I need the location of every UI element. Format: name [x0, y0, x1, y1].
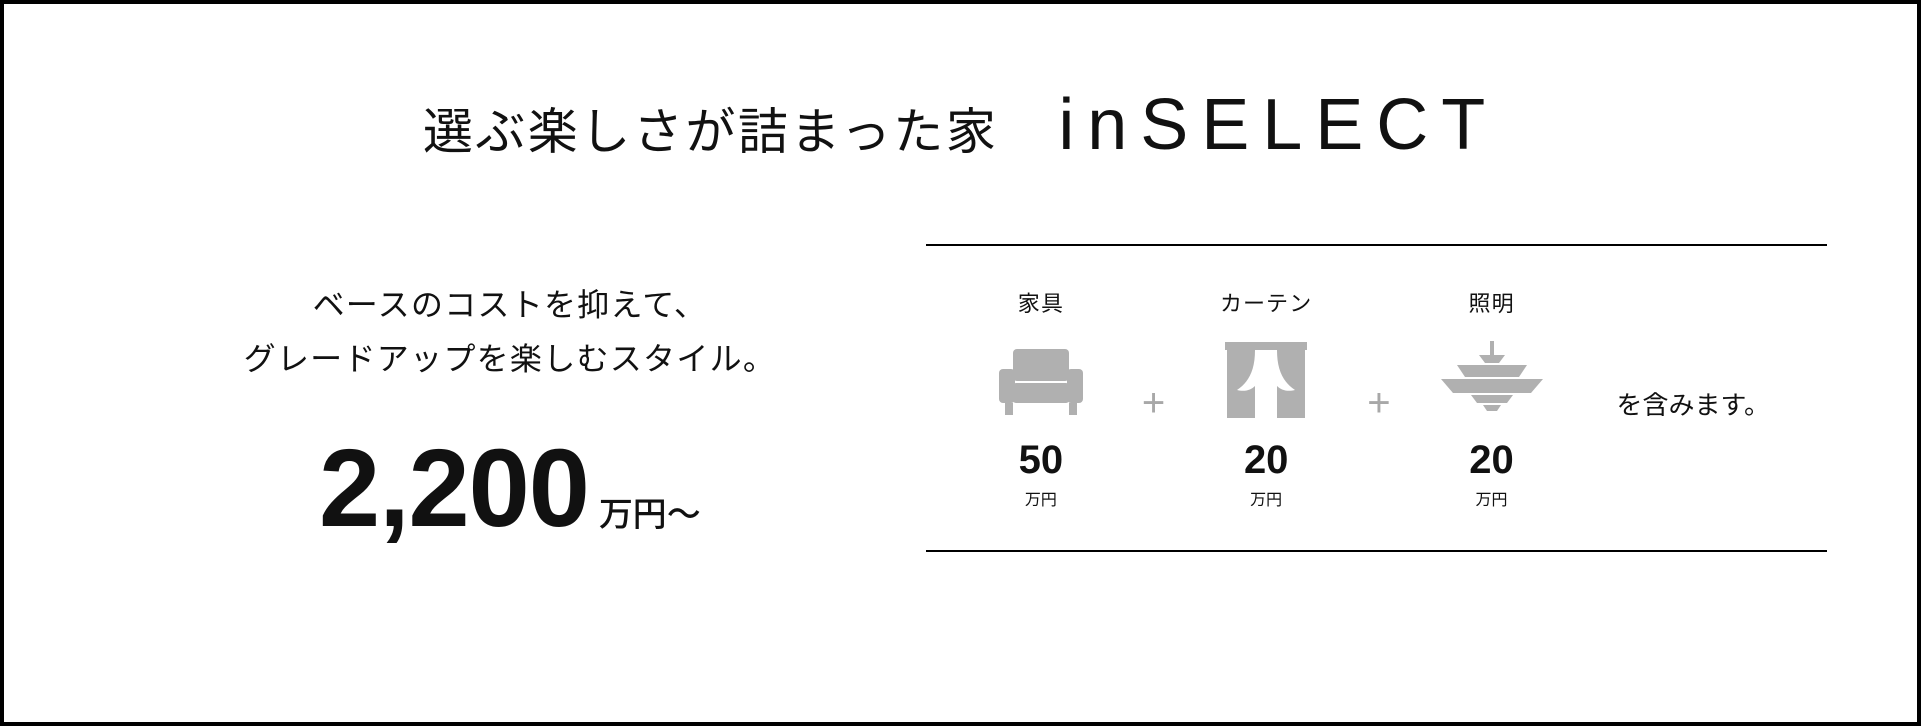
inclusion-label: 照明	[1468, 286, 1514, 318]
inclusion-item-furniture: 家具 50 万円	[956, 286, 1126, 510]
subcopy: ベースのコストを抑えて、 グレードアップを楽しむスタイル。	[244, 276, 776, 385]
inclusion-unit: 万円	[1250, 486, 1282, 510]
inclusion-amount: 50	[1019, 440, 1064, 480]
includes-note: を含みます。	[1617, 385, 1770, 422]
inclusion-label: 家具	[1018, 286, 1064, 318]
headline: 選ぶ楽しさが詰まった家 inSELECT	[94, 84, 1827, 166]
inclusion-item-curtain: カーテン 20 万円	[1181, 286, 1351, 510]
inclusion-amount: 20	[1469, 440, 1514, 480]
subcopy-line2: グレードアップを楽しむスタイル。	[244, 330, 776, 384]
left-column: ベースのコストを抑えて、 グレードアップを楽しむスタイル。 2,200 万円〜	[94, 236, 926, 552]
price: 2,200 万円〜	[319, 425, 701, 552]
price-unit: 万円〜	[599, 487, 701, 536]
plus-icon: +	[1136, 381, 1171, 426]
inclusion-label: カーテン	[1220, 286, 1312, 318]
brand-logo-text: inSELECT	[1058, 84, 1498, 166]
inclusions-box: 家具 50 万円 +	[926, 244, 1827, 552]
inclusion-item-lighting: 照明 20 万円	[1407, 286, 1577, 510]
inclusion-amount: 20	[1244, 440, 1289, 480]
promo-frame: 選ぶ楽しさが詰まった家 inSELECT ベースのコストを抑えて、 グレードアッ…	[0, 0, 1921, 726]
headline-tagline: 選ぶ楽しさが詰まった家	[423, 92, 999, 164]
subcopy-line1: ベースのコストを抑えて、	[244, 276, 776, 330]
pendant-light-icon	[1437, 336, 1547, 426]
plus-icon: +	[1361, 381, 1396, 426]
content-row: ベースのコストを抑えて、 グレードアップを楽しむスタイル。 2,200 万円〜 …	[94, 236, 1827, 672]
curtain-icon	[1221, 336, 1311, 426]
price-amount: 2,200	[319, 425, 589, 552]
sofa-icon	[991, 336, 1091, 426]
inclusion-unit: 万円	[1476, 486, 1508, 510]
inclusion-unit: 万円	[1025, 486, 1057, 510]
right-column: 家具 50 万円 +	[926, 236, 1827, 552]
